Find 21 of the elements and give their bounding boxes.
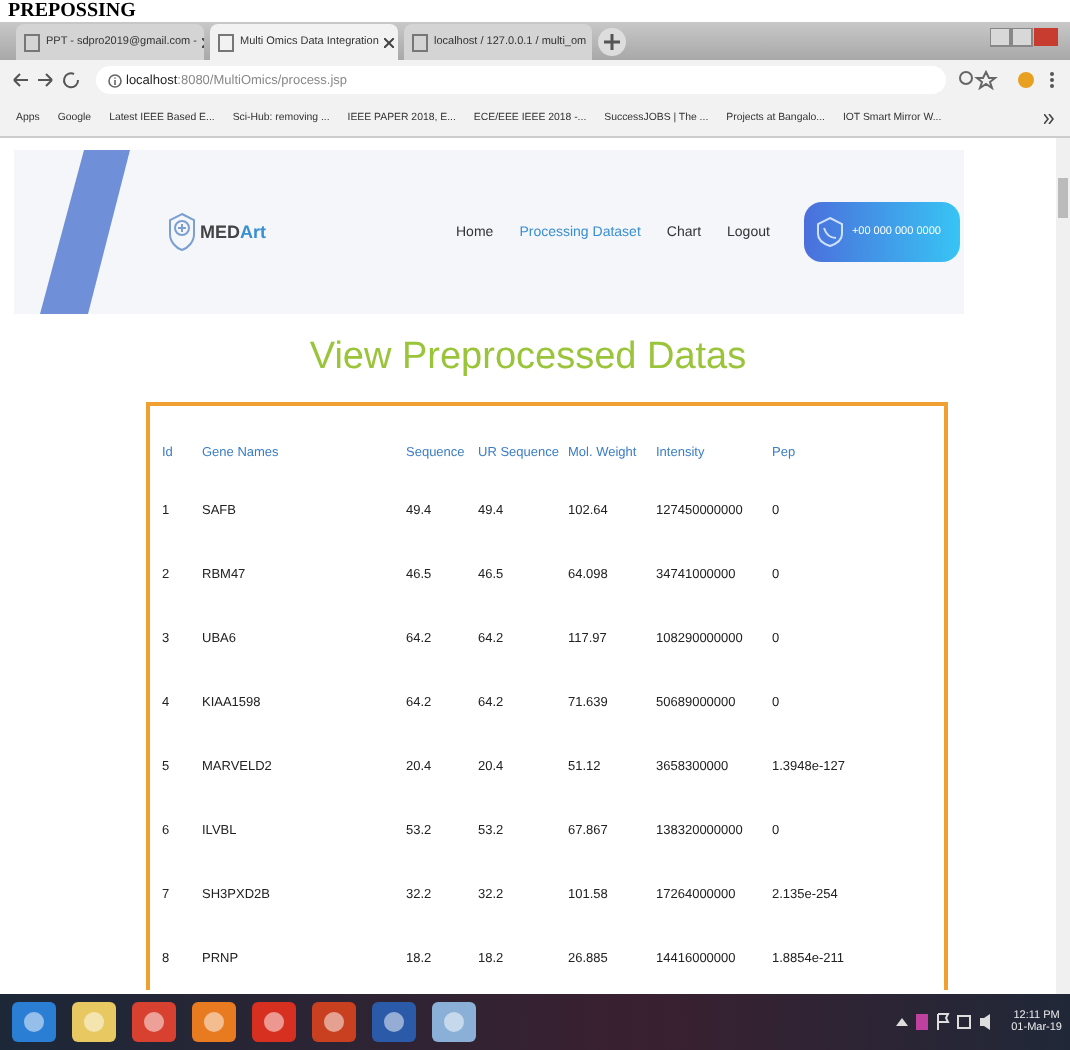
system-tray-icons[interactable] [891,1012,992,1032]
app-icon[interactable] [428,998,480,1046]
folder-icon[interactable] [68,998,120,1046]
page-title: View Preprocessed Datas [307,334,749,382]
document-icon[interactable] [368,998,420,1046]
shield-icon [168,212,196,252]
new-tab-button[interactable] [598,28,626,56]
more-bookmarks-icon[interactable] [1044,113,1054,123]
presentation-icon[interactable] [308,998,360,1046]
info-icon[interactable] [108,73,122,87]
app-icon[interactable] [248,998,300,1046]
scrollbar[interactable] [1056,138,1070,994]
logo-text: MEDArt [200,222,266,242]
start-icon[interactable] [8,998,60,1046]
browser-icon[interactable] [128,998,180,1046]
window-controls-icon[interactable] [990,28,1058,48]
app-icon[interactable] [188,998,240,1046]
navigation-icon[interactable] [12,70,84,90]
close-icon[interactable] [384,37,395,47]
document-heading: PREPOSSING [8,0,138,22]
toolbar-icons[interactable] [958,70,1058,90]
